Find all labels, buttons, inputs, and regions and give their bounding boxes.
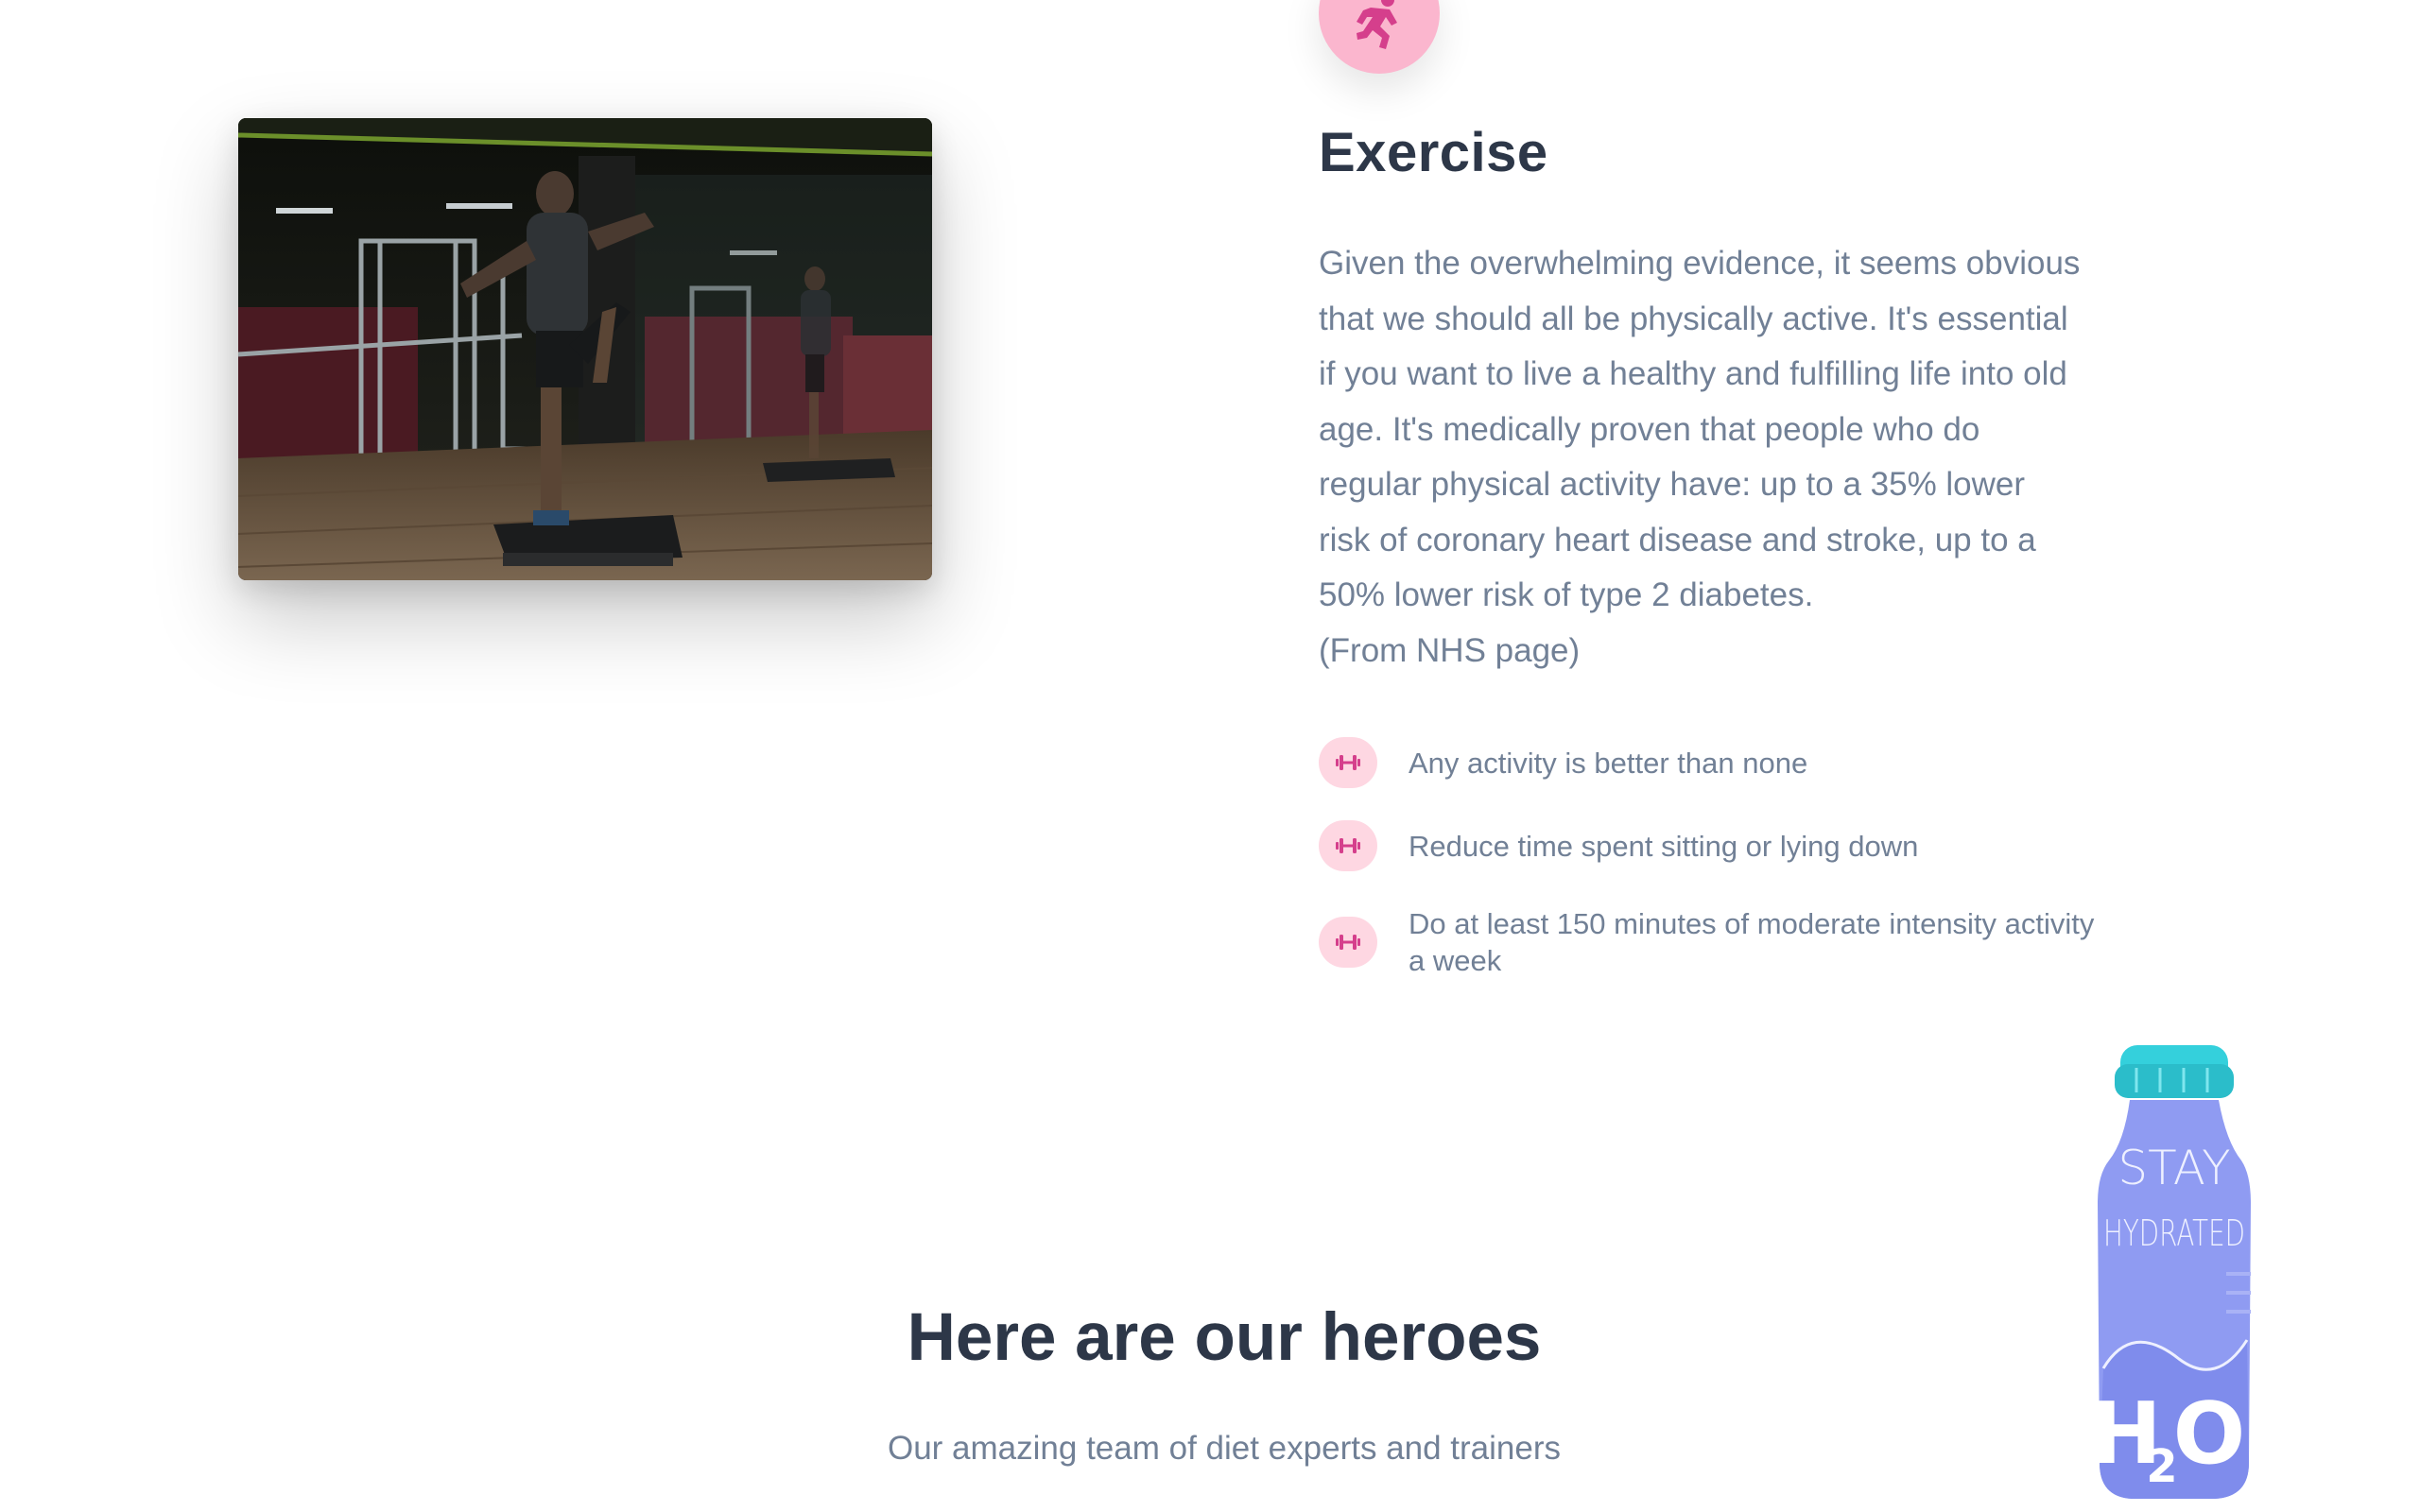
gym-photo	[238, 118, 932, 580]
exercise-source-note: (From NHS page)	[1319, 631, 1581, 669]
exercise-description-line: Given the overwhelming evidence, it seem…	[1319, 245, 2081, 282]
exercise-title: Exercise	[1319, 122, 1548, 183]
bottle-lettering: HYDRATED	[2103, 1212, 2245, 1254]
tip-text: Do at least 150 minutes of moderate inte…	[1409, 907, 2095, 977]
dumbbell-icon	[1319, 917, 1377, 968]
heroes-subtitle: Our amazing team of diet experts and tra…	[887, 1430, 1561, 1467]
exercise-description-line: age. It's medically proven that people w…	[1319, 410, 1980, 448]
exercise-description: Given the overwhelming evidence, it seem…	[1319, 236, 2141, 679]
bottle-lettering: O	[2173, 1384, 2246, 1484]
list-item: Reduce time spent sitting or lying down	[1319, 820, 2113, 871]
bottle-lettering: STAY	[2118, 1141, 2230, 1195]
tip-text: Any activity is better than none	[1409, 746, 1808, 780]
water-bottle-illustration: STAY HYDRATED H 2 O	[2094, 1038, 2255, 1501]
list-item: Do at least 150 minutes of moderate inte…	[1319, 905, 2113, 979]
tip-text: Reduce time spent sitting or lying down	[1409, 829, 1919, 863]
exercise-description-line: if you want to live a healthy and fulfil…	[1319, 355, 2067, 392]
dumbbell-icon	[1319, 737, 1377, 788]
exercise-description-line: regular physical activity have: up to a …	[1319, 466, 2026, 503]
list-item: Any activity is better than none	[1319, 737, 2113, 788]
heroes-title: Here are our heroes	[907, 1300, 1542, 1375]
dumbbell-icon	[1319, 820, 1377, 871]
exercise-description-line: that we should all be physically active.…	[1319, 300, 2068, 337]
running-person-icon	[1319, 0, 1440, 74]
exercise-description-line: risk of coronary heart disease and strok…	[1319, 521, 2036, 558]
exercise-description-line: 50% lower risk of type 2 diabetes.	[1319, 576, 1814, 613]
page: Exercise Given the overwhelming evidence…	[0, 0, 2420, 1512]
